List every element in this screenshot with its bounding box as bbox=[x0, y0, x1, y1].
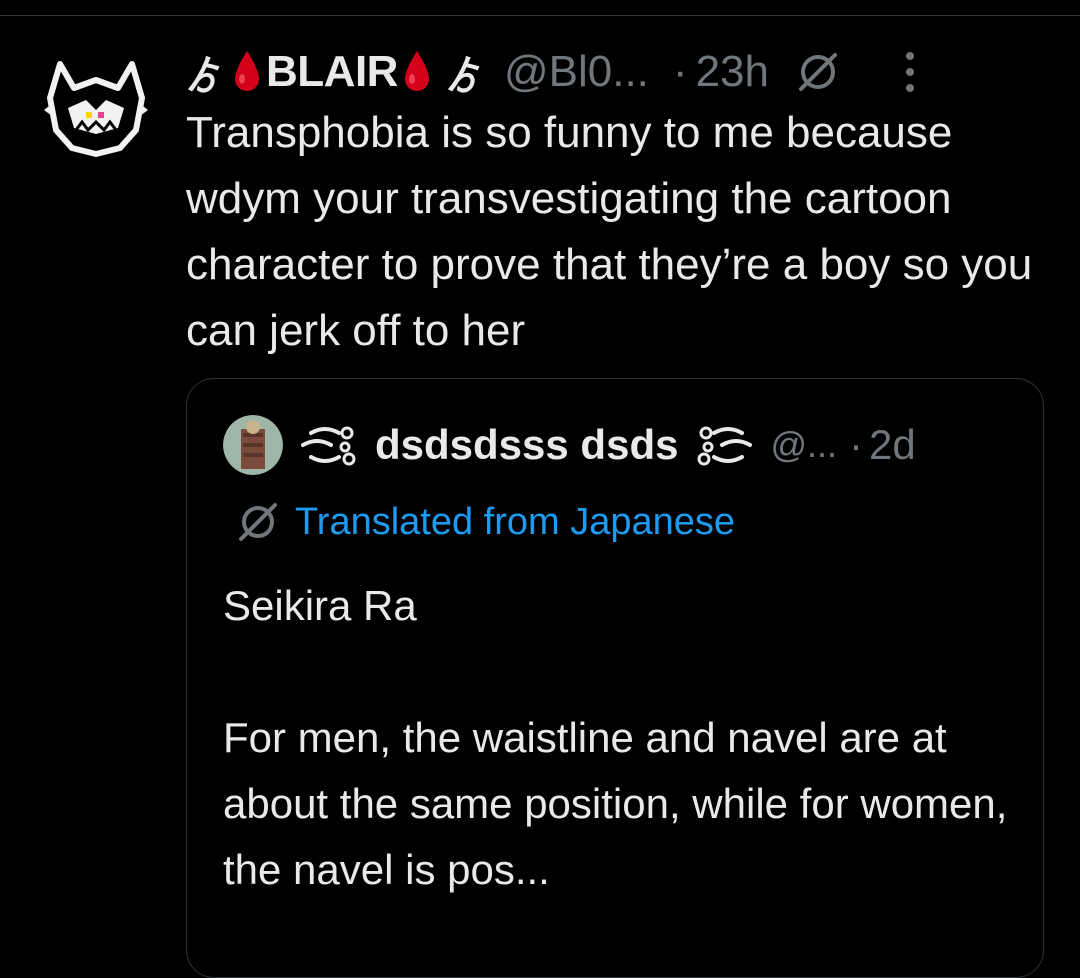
name-symbol-right: ゟ bbox=[445, 55, 484, 98]
top-divider bbox=[0, 0, 1080, 16]
post-header: ゟ BLAIR ゟ @Bl0... · 23h bbox=[186, 40, 1046, 104]
quote-body: Seikira Ra For men, the waistline and na… bbox=[223, 582, 1008, 893]
grok-icon[interactable] bbox=[795, 49, 841, 95]
quote-author-handle[interactable]: @... bbox=[770, 424, 837, 466]
grok-icon bbox=[239, 503, 277, 541]
quote-author-avatar[interactable] bbox=[223, 415, 283, 475]
post-time[interactable]: 23h bbox=[696, 47, 769, 97]
author-avatar[interactable] bbox=[40, 50, 152, 162]
post-text: Transphobia is so funny to me because wd… bbox=[186, 108, 1033, 355]
blood-drop-icon bbox=[235, 51, 260, 91]
quoted-post[interactable]: dsdsdsss dsds @... · 2d Translated from … bbox=[186, 378, 1044, 978]
wind-swirl-icon bbox=[301, 426, 356, 466]
quote-time[interactable]: 2d bbox=[869, 421, 916, 469]
translation-label: Translated from Japanese bbox=[295, 500, 736, 543]
more-options-icon[interactable] bbox=[903, 50, 917, 94]
author-name[interactable]: BLAIR bbox=[266, 47, 398, 97]
name-symbol-left: ゟ bbox=[186, 55, 225, 98]
separator-dot: · bbox=[672, 47, 688, 96]
translation-notice[interactable]: Translated from Japanese bbox=[235, 499, 735, 545]
quote-author-name[interactable]: dsdsdsss dsds bbox=[375, 421, 678, 469]
separator-dot: · bbox=[849, 421, 864, 468]
wind-swirl-icon bbox=[697, 426, 753, 466]
blood-drop-icon bbox=[404, 51, 429, 91]
author-handle[interactable]: @Bl0... bbox=[504, 47, 649, 97]
quote-header: dsdsdsss dsds @... · 2d bbox=[223, 413, 1023, 477]
